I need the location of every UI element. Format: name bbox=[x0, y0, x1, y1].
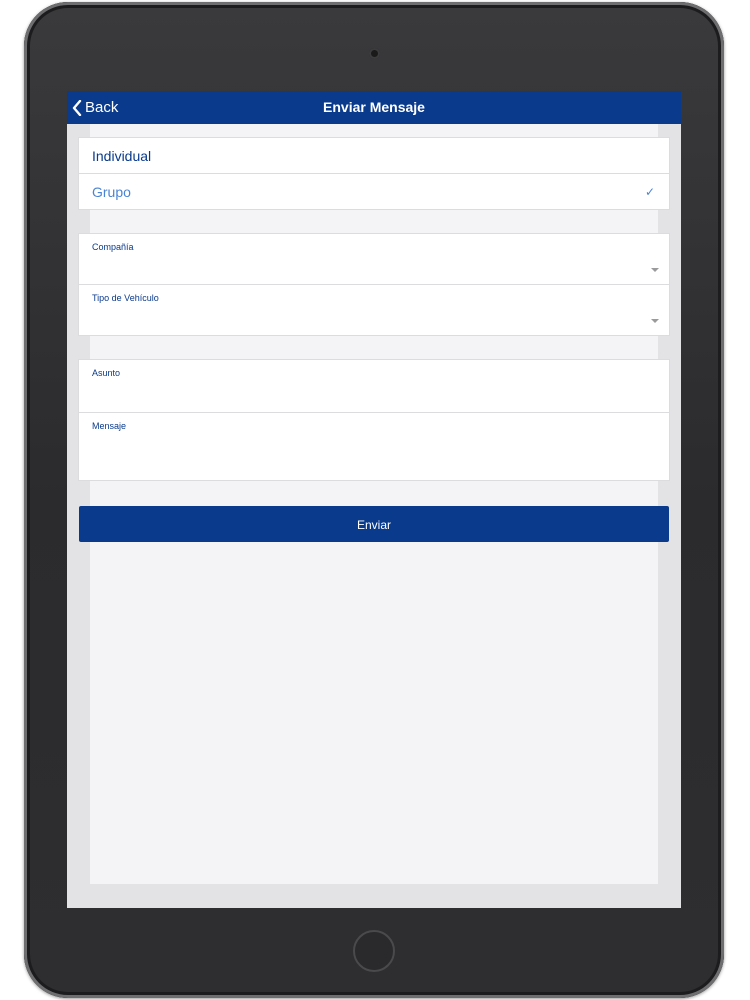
checkmark-icon: ✓ bbox=[644, 184, 655, 199]
navigation-bar: Back Enviar Mensaje bbox=[67, 91, 681, 124]
option-grupo[interactable]: Grupo ✓ bbox=[79, 173, 669, 209]
subject-field[interactable]: Asunto bbox=[79, 360, 669, 412]
app-screen: Back Enviar Mensaje Individual Grupo ✓ C… bbox=[67, 91, 681, 908]
message-field[interactable]: Mensaje bbox=[79, 412, 669, 480]
page-title: Enviar Mensaje bbox=[323, 99, 425, 115]
company-select[interactable]: Compañía bbox=[79, 234, 669, 284]
caret-down-icon bbox=[651, 319, 659, 323]
caret-down-icon bbox=[651, 268, 659, 272]
home-button[interactable] bbox=[353, 930, 395, 972]
recipient-type-selector: Individual Grupo ✓ bbox=[79, 138, 669, 209]
company-label: Compañía bbox=[92, 242, 134, 252]
vehicle-type-select[interactable]: Tipo de Vehículo bbox=[79, 284, 669, 335]
form-content: Individual Grupo ✓ Compañía Tipo de Vehí… bbox=[79, 124, 669, 884]
message-label: Mensaje bbox=[92, 421, 127, 431]
subject-label: Asunto bbox=[92, 368, 121, 378]
camera-icon bbox=[369, 48, 380, 59]
vehicle-type-label: Tipo de Vehículo bbox=[92, 293, 159, 303]
filter-card: Compañía Tipo de Vehículo bbox=[79, 234, 669, 335]
option-individual-label: Individual bbox=[92, 147, 152, 164]
option-individual[interactable]: Individual bbox=[79, 138, 669, 173]
option-grupo-label: Grupo bbox=[92, 183, 131, 200]
message-card: Asunto Mensaje bbox=[79, 360, 669, 480]
send-button[interactable]: Enviar bbox=[79, 506, 669, 542]
